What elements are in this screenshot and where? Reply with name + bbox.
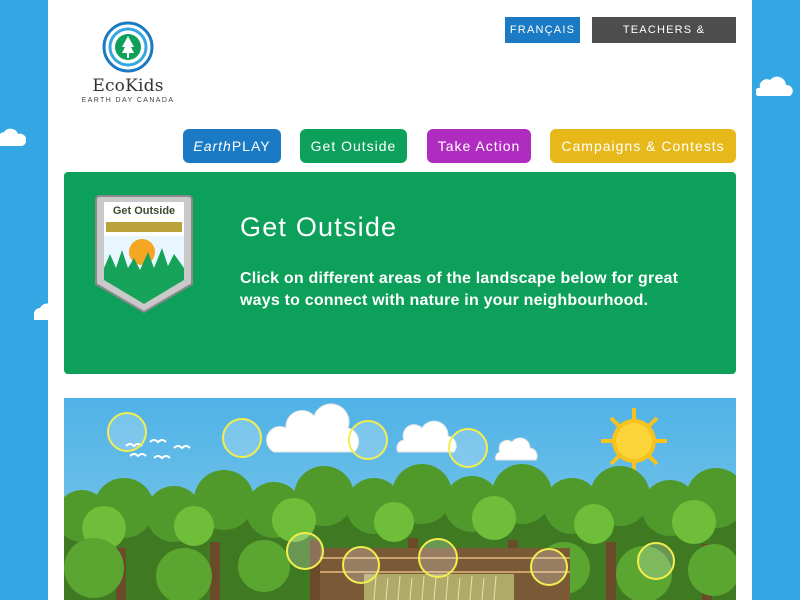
- hotspot-meadow[interactable]: [418, 538, 458, 578]
- hotspot-cloud[interactable]: [348, 420, 388, 460]
- landscape-map: [64, 398, 736, 600]
- leaf-logo-icon: [102, 21, 154, 73]
- background-cloud-icon: [756, 76, 793, 96]
- sun-icon: [601, 408, 667, 474]
- hotspot-sky[interactable]: [222, 418, 262, 458]
- nav-get-outside[interactable]: Get Outside: [300, 129, 407, 163]
- badge-label: Get Outside: [112, 205, 176, 217]
- background-cloud-icon: [0, 128, 26, 146]
- hotspot-path[interactable]: [530, 548, 568, 586]
- nav-campaigns-contests[interactable]: Campaigns & Contests: [550, 129, 736, 163]
- logo-name: EcoKids: [92, 76, 164, 96]
- get-outside-banner: Get Outside Get Outside Click on differe…: [64, 172, 736, 374]
- hotspot-birds[interactable]: [107, 412, 147, 452]
- language-button[interactable]: FRANÇAIS: [505, 17, 580, 43]
- hotspot-trees-left[interactable]: [286, 532, 324, 570]
- page-container: EcoKids EARTH DAY CANADA FRANÇAIS TEACHE…: [48, 0, 752, 600]
- hotspot-trees-right[interactable]: [637, 542, 675, 580]
- landscape-illustration: [64, 403, 736, 600]
- sky-cloud-icon: [266, 403, 538, 461]
- nav-take-action[interactable]: Take Action: [427, 129, 531, 163]
- nav-earthplay-italic: Earth: [193, 138, 232, 154]
- hotspot-garden[interactable]: [342, 546, 380, 584]
- nav-earthplay-rest: PLAY: [231, 138, 271, 154]
- ecokids-logo[interactable]: EcoKids EARTH DAY CANADA: [80, 20, 176, 104]
- nav-earthplay[interactable]: EarthPLAY: [183, 129, 281, 163]
- banner-description: Click on different areas of the landscap…: [240, 270, 679, 309]
- logo-subtitle: EARTH DAY CANADA: [81, 97, 175, 104]
- get-outside-badge: Get Outside: [92, 192, 196, 316]
- hotspot-cloud-small[interactable]: [448, 428, 488, 468]
- banner-title: Get Outside: [240, 212, 398, 242]
- teachers-parents-button[interactable]: TEACHERS & PARENTS: [592, 17, 736, 62]
